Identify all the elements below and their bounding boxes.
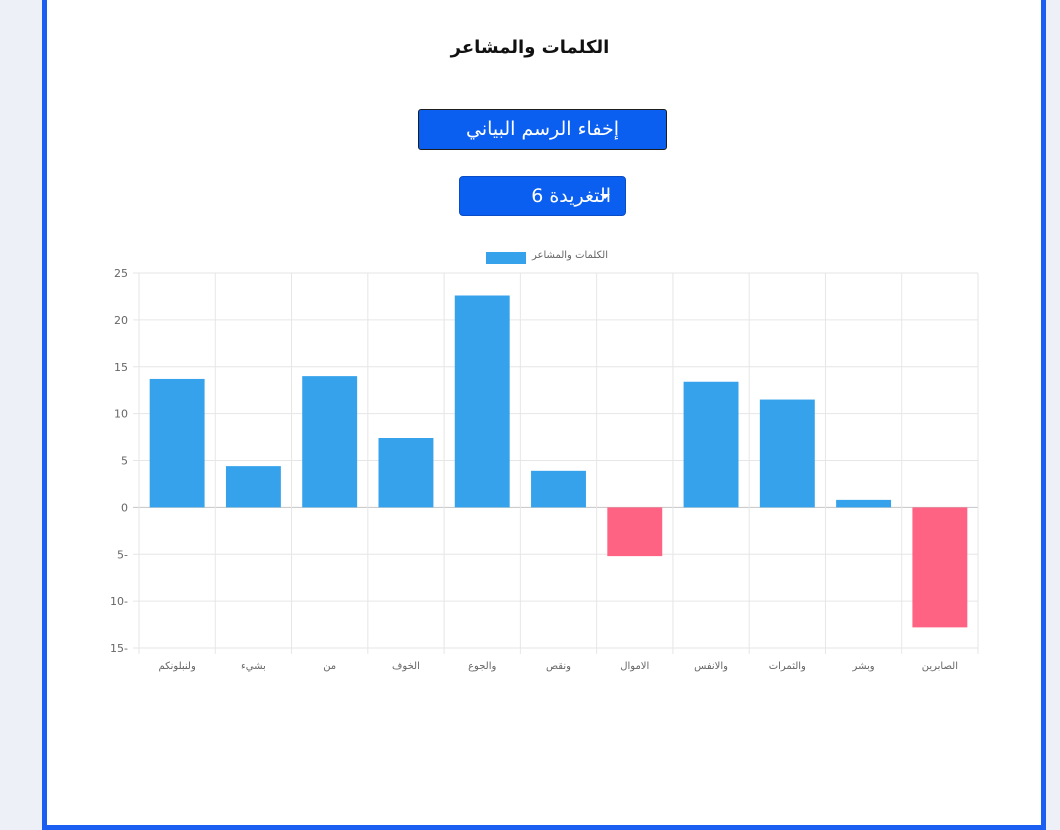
x-tick-label: وبشر bbox=[852, 661, 875, 672]
y-tick-label: 10- bbox=[110, 595, 128, 608]
x-tick-label: ونقص bbox=[546, 661, 571, 672]
x-tick-label: الصابرين bbox=[922, 661, 958, 672]
bar bbox=[683, 381, 739, 508]
x-tick-label: الخوف bbox=[392, 661, 420, 672]
bar bbox=[912, 507, 968, 628]
y-tick-label: 15- bbox=[110, 642, 128, 655]
x-tick-label: والجوع bbox=[468, 661, 496, 672]
x-tick-label: الاموال bbox=[620, 661, 649, 672]
y-tick-label: 10 bbox=[114, 408, 128, 421]
x-tick-label: والانفس bbox=[694, 661, 728, 672]
bar bbox=[225, 466, 281, 508]
y-tick-label: 0 bbox=[121, 501, 128, 514]
bar-chart: 25 20 15 10 5 0 5- 10- 15- ولنبلونكم بشيء من الخوف وا… bbox=[110, 267, 979, 672]
y-tick-label: 15 bbox=[114, 361, 128, 374]
bar bbox=[149, 378, 205, 508]
bar bbox=[836, 499, 892, 508]
bar bbox=[302, 376, 358, 508]
x-tick-label: من bbox=[323, 661, 336, 672]
y-tick-label: 5 bbox=[121, 455, 128, 468]
bar bbox=[607, 507, 663, 557]
bar bbox=[454, 295, 510, 508]
bar bbox=[378, 438, 434, 508]
x-tick-label: بشيء bbox=[241, 661, 266, 672]
y-tick-label: 20 bbox=[114, 314, 128, 327]
x-tick-label: ولنبلونكم bbox=[158, 661, 196, 672]
y-tick-label: 5- bbox=[117, 548, 128, 561]
x-tick-label: والثمرات bbox=[769, 661, 806, 672]
bar bbox=[759, 399, 815, 508]
y-tick-label: 25 bbox=[114, 267, 128, 280]
bar bbox=[531, 470, 586, 508]
